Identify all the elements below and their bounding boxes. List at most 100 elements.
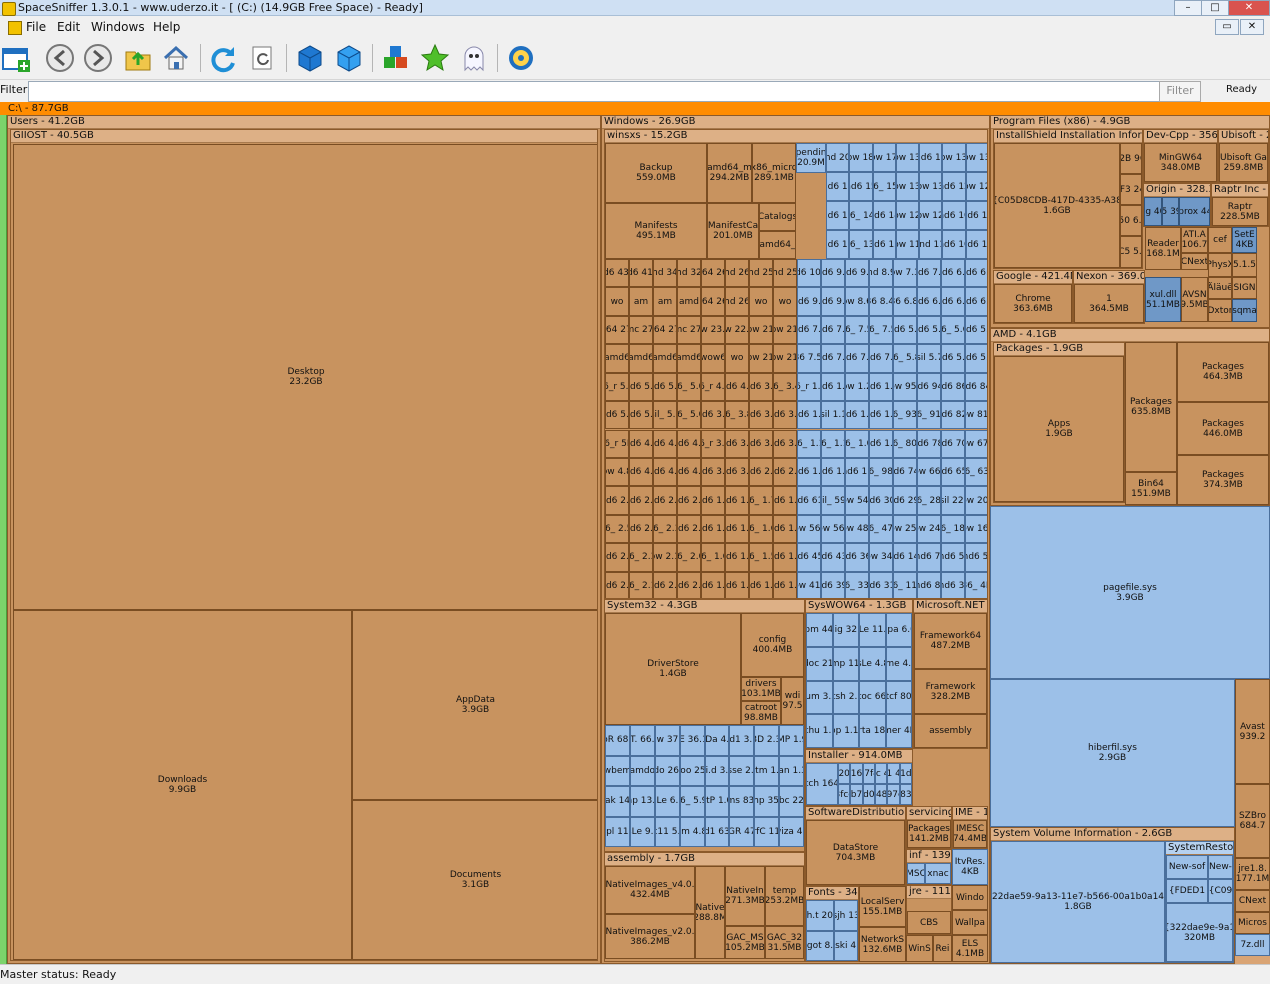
treemap-item[interactable]: x86 7.5M (797, 344, 821, 373)
treemap-item[interactable]: amd 26.4 (725, 259, 749, 288)
treemap-item[interactable]: amc 27.1 (629, 315, 653, 345)
treemap-item[interactable]: amd6 4.4M (677, 457, 701, 487)
folder-installshield-450[interactable]: {450 6.3M (1120, 205, 1142, 236)
treemap-item[interactable]: amd6 3.0M (749, 429, 773, 458)
treemap-item[interactable]: wmer 4KB (885, 714, 912, 748)
treemap-item[interactable]: authu 1.7M (806, 714, 833, 748)
favorite-star-icon[interactable] (419, 42, 451, 74)
treemap-item[interactable]: amdoc 21.3M (806, 646, 833, 681)
treemap-item[interactable]: mspa 6.0M (885, 613, 912, 647)
treemap-item[interactable]: msi.d 3.0M (704, 755, 730, 786)
treemap-item[interactable]: msil 1.1M (821, 401, 845, 430)
folder-datastore[interactable]: DataStore 704.3MB (806, 820, 905, 885)
folder-softwaredistribution[interactable]: SoftwareDistribution - 7 DataStore704.3M… (805, 806, 906, 886)
treemap-item[interactable]: amd6 1.5M (725, 543, 749, 572)
treemap-item[interactable]: amd6 7.5M (821, 344, 845, 373)
back-icon[interactable] (44, 42, 76, 74)
file-sysvol-small[interactable]: {322dae9e-9a1 320MB (1166, 903, 1233, 962)
treemap-item[interactable]: x86_ 1.0M (845, 429, 869, 458)
treemap-item[interactable]: amd6 1.7M (773, 486, 797, 515)
treemap-item[interactable]: wow 13.5 (919, 172, 943, 201)
folder-nativei[interactable]: NativeIn 271.3MB (725, 866, 765, 926)
folder-physx[interactable]: PhysX (1208, 253, 1232, 277)
treemap-item[interactable]: NetP 1.0M (704, 786, 730, 817)
treemap-item[interactable]: wow 664K (917, 457, 941, 487)
treemap-item[interactable]: amd6 72K (917, 543, 941, 572)
file-origin-exe[interactable]: Orig 40.0 (1144, 197, 1162, 226)
treemap-item[interactable]: amd6 10.2M (797, 259, 821, 288)
folder-servicing[interactable]: servicing - Packages141.2MB (906, 806, 952, 849)
treemap-item[interactable]: amd64 26.4M (701, 259, 725, 288)
folder-temp[interactable]: temp 253.2MB (765, 866, 804, 926)
folder-program-files-x86[interactable]: Program Files (x86) - 4.9GB InstallShiel… (990, 115, 1270, 328)
treemap-item[interactable]: amd6 1.2M (797, 401, 821, 430)
treemap-item[interactable]: wow 8.6M (845, 287, 869, 316)
treemap-item[interactable]: wow 568K (797, 514, 821, 544)
folder-x86-micro[interactable]: x86_micro 289.1MB (752, 143, 796, 203)
treemap-item[interactable]: amd6 88K (917, 571, 941, 598)
treemap-item[interactable]: amd6 5.3M (965, 344, 987, 373)
treemap-item[interactable]: amd6 3.7M (749, 372, 773, 402)
treemap-item[interactable]: x86_ 2.3M (653, 514, 677, 544)
folder-fonts[interactable]: Fonts - 341. msjh.t 20.6M msjh 13.8 msgo… (805, 886, 859, 962)
folder-packages-374[interactable]: Packages 374.3MB (1177, 455, 1269, 505)
treemap-item[interactable]: amd6 5.3M (629, 372, 653, 402)
treemap-item[interactable]: wow 340K (869, 543, 893, 572)
treemap-item[interactable]: msil_ 592K (821, 486, 845, 515)
treemap-item[interactable]: 120d (838, 763, 851, 784)
treemap-item[interactable]: x86_ 1.6M (701, 543, 725, 572)
parent-folder-icon[interactable] (122, 42, 154, 74)
folder-dxtor[interactable]: Dxtor (1208, 299, 1232, 322)
font-msgothic[interactable]: msgot 8.7M (806, 931, 834, 961)
file-hiberfil-sys[interactable]: hiberfil.sys 2.9GB (990, 679, 1235, 827)
treemap-item[interactable]: amd (677, 287, 701, 316)
treemap-item[interactable]: wmpl 11.9M (605, 816, 630, 847)
folder-packages-446[interactable]: Packages 446.0MB (1177, 402, 1269, 455)
treemap-item[interactable]: amd6 3.3M (749, 401, 773, 430)
treemap-item[interactable]: amd6 41.3M (629, 259, 653, 288)
treemap-item[interactable]: amd6 32K (941, 571, 965, 598)
treemap-item[interactable]: amd6 2.9M (749, 457, 773, 487)
folder-installshield-1c5[interactable]: {1C5 5.2M (1120, 236, 1142, 268)
treemap-item[interactable]: amd6 12.7 (942, 172, 966, 201)
folder-515[interactable]: 5.1.5 (1232, 253, 1257, 277)
treemap-item[interactable]: x86 6.8M (893, 287, 917, 316)
treemap-item[interactable]: x86_ 7.5M (869, 315, 893, 345)
home-icon[interactable] (160, 42, 192, 74)
folder-networkservice[interactable]: NetworkS 132.6MB (859, 927, 906, 962)
treemap-item[interactable]: amd6 15.3 (849, 172, 873, 201)
refresh-element-icon[interactable] (246, 42, 278, 74)
treemap-item[interactable]: amd6 6.4M (965, 259, 987, 288)
forward-icon[interactable] (82, 42, 114, 74)
treemap-item[interactable]: amd6 3.0M (701, 457, 725, 487)
menu-edit[interactable]: Edit (57, 20, 80, 34)
treemap-item[interactable]: amd6 5.9M (893, 315, 917, 345)
treemap-item[interactable]: amd64 26.4M (701, 287, 725, 316)
treemap-item[interactable]: x86_ 2.1M (629, 571, 653, 598)
minimize-button[interactable]: – (1174, 0, 1202, 16)
treemap-item[interactable]: amd64 27.2M (605, 315, 629, 345)
menu-file[interactable]: File (26, 20, 46, 34)
treemap-item[interactable]: amd6 2.1M (653, 571, 677, 598)
treemap-item[interactable]: amd6 4.1M (725, 372, 749, 402)
folder-wallpaper[interactable]: Wallpa (952, 910, 988, 935)
treemap-item[interactable]: wow 12.2 (919, 201, 943, 230)
folder-ime[interactable]: IME - 1 IMESC 74.4MB (952, 806, 988, 849)
treemap-item[interactable]: x86_ 5.0M (677, 401, 701, 430)
folder-windows[interactable]: Windows - 26.9GB winsxs - 15.2GB Backup 5… (601, 115, 990, 964)
treemap-item[interactable]: msil_ 5.0M (653, 401, 677, 430)
folder-jre[interactable]: jre - 111.9 CBS (906, 885, 952, 935)
folder-nexon-1[interactable]: 1 364.5MB (1074, 284, 1144, 323)
folder-installshield-main[interactable]: {C05D8CDB-417D-4335-A38 1.6GB (994, 143, 1120, 268)
treemap-item[interactable]: wlan 1.3M (779, 755, 804, 786)
treemap-item[interactable]: Com 4.8M (679, 816, 705, 847)
treemap-item[interactable]: amd6 1.5M (749, 571, 773, 598)
treemap-item[interactable]: amd6 1.4M (773, 571, 797, 598)
treemap-item[interactable]: amd6 2.6M (629, 486, 653, 515)
treemap-item[interactable]: WMP 1.9M (779, 725, 804, 756)
treemap-item[interactable]: amd6 4.6M (653, 457, 677, 487)
treemap-item[interactable]: amd6 7.8M (797, 315, 821, 345)
treemap-item[interactable]: NlsLe 11.1M (859, 613, 886, 647)
treemap-item[interactable]: amd6 6.3M (941, 287, 965, 316)
treemap-item[interactable]: wow 22.0M (725, 315, 749, 345)
